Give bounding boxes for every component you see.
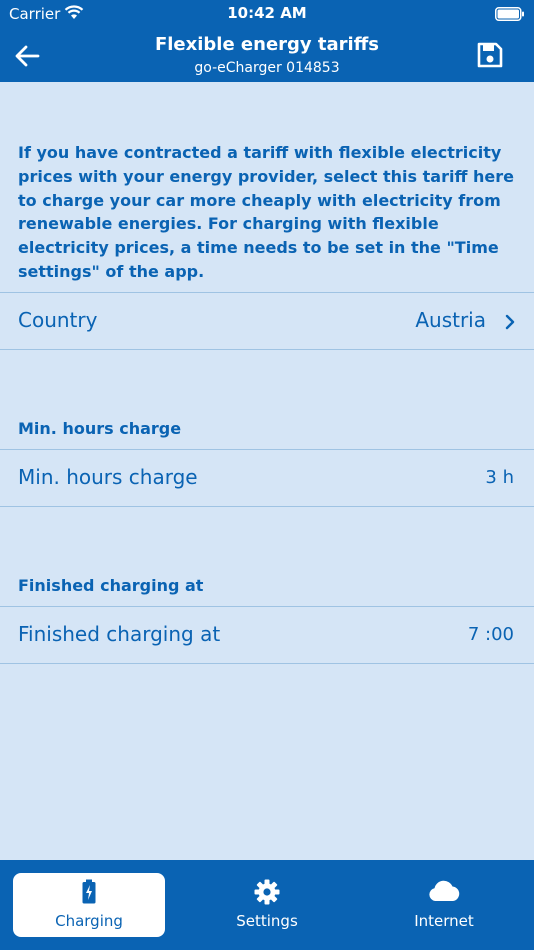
tab-internet[interactable]: Internet bbox=[368, 873, 520, 937]
min-hours-label: Min. hours charge bbox=[18, 465, 198, 489]
tab-charging[interactable]: Charging bbox=[13, 873, 165, 937]
battery-charging-icon bbox=[82, 879, 96, 904]
tab-internet-label: Internet bbox=[414, 912, 474, 930]
page-title: Flexible energy tariffs bbox=[154, 34, 380, 55]
tab-settings-label: Settings bbox=[236, 912, 298, 930]
chevron-right-icon bbox=[505, 314, 515, 330]
finished-charging-row[interactable]: Finished charging at 7 :00 bbox=[0, 606, 534, 664]
nav-bar: Flexible energy tariffs go-eCharger 0148… bbox=[0, 28, 534, 82]
min-hours-row[interactable]: Min. hours charge 3 h bbox=[0, 449, 534, 507]
intro-description: If you have contracted a tariff with fle… bbox=[18, 143, 514, 281]
min-hours-section-header: Min. hours charge bbox=[18, 419, 182, 438]
status-time: 10:42 AM bbox=[227, 4, 307, 22]
finished-section-header: Finished charging at bbox=[18, 576, 204, 595]
device-subtitle: go-eCharger 014853 bbox=[194, 60, 340, 76]
tab-charging-label: Charging bbox=[55, 912, 123, 930]
country-label: Country bbox=[18, 308, 98, 332]
country-row[interactable]: Country Austria bbox=[0, 292, 534, 350]
battery-icon bbox=[495, 6, 525, 25]
status-bar: Carrier 10:42 AM bbox=[0, 0, 534, 28]
finished-charging-value: 7 :00 bbox=[467, 624, 514, 645]
tab-bar: Charging Settings Internet bbox=[0, 860, 534, 950]
save-button[interactable] bbox=[476, 41, 504, 69]
tab-settings[interactable]: Settings bbox=[191, 873, 343, 937]
cloud-icon bbox=[429, 880, 460, 901]
floppy-disk-icon bbox=[477, 42, 503, 68]
min-hours-value: 3 h bbox=[485, 467, 514, 488]
gear-icon bbox=[254, 879, 280, 905]
finished-charging-label: Finished charging at bbox=[18, 622, 221, 646]
country-value: Austria bbox=[415, 308, 486, 332]
